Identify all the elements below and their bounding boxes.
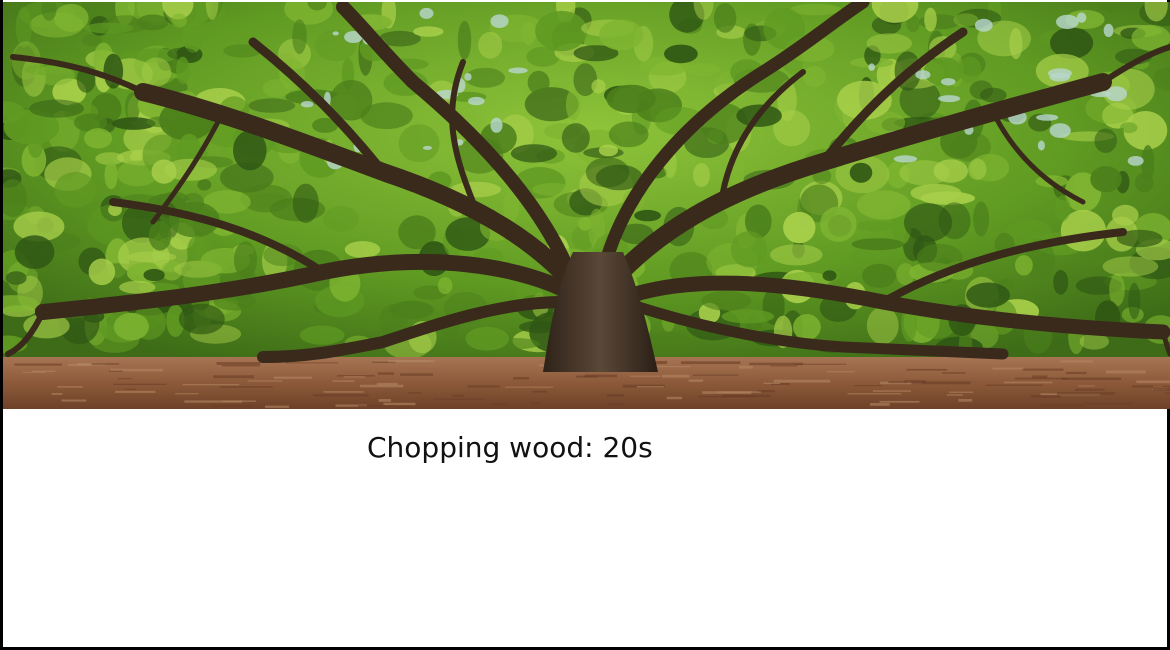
- chopping-status-text: Chopping wood: 20s: [367, 431, 653, 464]
- tree-scene-image: [3, 2, 1170, 409]
- oak-tree-scene-icon: [3, 2, 1170, 409]
- game-window: Chopping wood: 20s: [0, 0, 1170, 650]
